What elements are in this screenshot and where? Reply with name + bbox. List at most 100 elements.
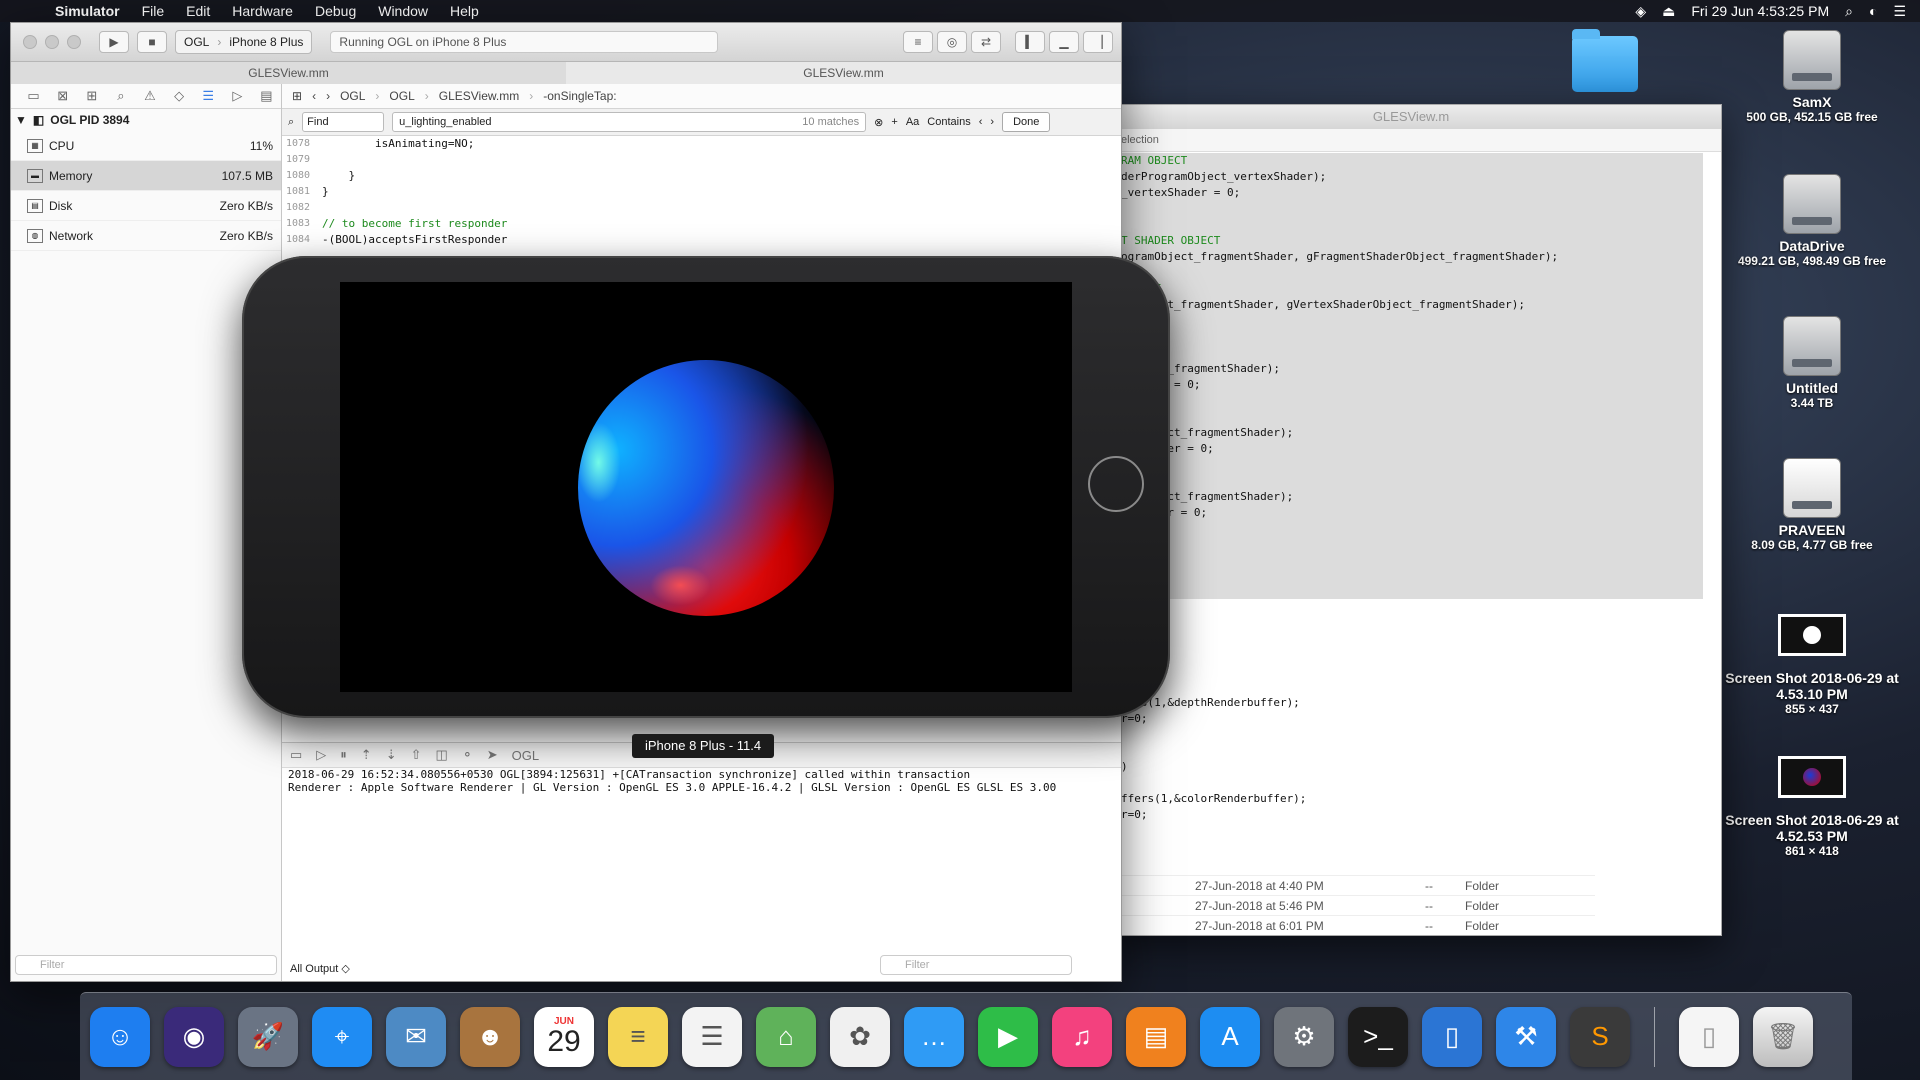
desktop-drive-samx[interactable]: SamX 500 GB, 452.15 GB free (1722, 30, 1902, 124)
back-arrow-icon[interactable]: ‹ (312, 89, 316, 103)
photos-icon[interactable]: ✿ (830, 1006, 890, 1067)
desktop-drive-praveen[interactable]: PRAVEEN 8.09 GB, 4.77 GB free (1722, 458, 1902, 552)
folder-icon[interactable]: ▭ (19, 88, 48, 104)
home-button[interactable] (1088, 456, 1144, 512)
clear-search-icon[interactable]: ⊗ (874, 116, 883, 129)
pause-icon[interactable]: ⏸ (340, 747, 347, 763)
breakpoint-icon[interactable]: ▷ (223, 88, 252, 104)
desktop-screenshot-1[interactable]: Screen Shot 2018-06-29 at 4.53.10 PM 855… (1722, 614, 1902, 716)
code-lines[interactable]: 1078 isAnimating=NO; 1079 1080 } 1081} 1082 1… (282, 136, 1121, 248)
facetime-icon[interactable]: ▶ (978, 1006, 1038, 1067)
match-case-toggle[interactable]: Aa (906, 116, 919, 128)
hide-debug-area-icon[interactable]: ▭ (290, 747, 302, 763)
desktop-drive-datadrive[interactable]: DataDrive 499.21 GB, 498.49 GB free (1722, 174, 1902, 268)
find-input[interactable]: u_lighting_enabled 10 matches (392, 112, 867, 132)
assistant-editor-button[interactable]: ◎ (937, 31, 967, 53)
menu-file[interactable]: File (131, 3, 176, 19)
messages-icon[interactable]: … (904, 1006, 964, 1067)
memory-gauge[interactable]: ▬ Memory 107.5 MB (11, 161, 281, 191)
match-type-select[interactable]: Contains (927, 116, 970, 128)
calendar-icon[interactable]: JUN 29 (534, 1006, 594, 1067)
standard-editor-button[interactable]: ≡ (903, 31, 933, 53)
menubar-clock[interactable]: Fri 29 Jun 4:53:25 PM (1691, 3, 1829, 19)
toggle-debug-area-button[interactable]: ▁ (1049, 31, 1079, 53)
launchpad-icon[interactable]: 🚀 (238, 1006, 298, 1067)
contacts-icon[interactable]: ☻ (460, 1006, 520, 1067)
siri-icon[interactable]: ◉ (164, 1006, 224, 1067)
file-row[interactable]: 27-Jun-2018 at 5:46 PM -- Folder (1101, 895, 1595, 915)
view-debugger-icon[interactable]: ◫ (436, 747, 448, 763)
close-window-button[interactable] (23, 35, 37, 49)
tab-glesview-2[interactable]: GLESView.mm (566, 62, 1121, 84)
jump-project[interactable]: OGL (340, 89, 365, 103)
stop-button[interactable]: ■ (137, 31, 167, 53)
test-icon[interactable]: ◇ (165, 88, 194, 104)
minimize-window-button[interactable] (45, 35, 59, 49)
step-out-icon[interactable]: ⇧ (411, 747, 422, 763)
related-items-icon[interactable]: ⊞ (292, 89, 302, 103)
document-stack-icon[interactable]: ▯ (1679, 1006, 1739, 1067)
menu-debug[interactable]: Debug (304, 3, 367, 19)
console-output[interactable]: 2018-06-29 16:52:34.080556+0530 OGL[3894… (288, 768, 1121, 794)
menu-hardware[interactable]: Hardware (221, 3, 304, 19)
eject-icon[interactable]: ⏏ (1662, 3, 1675, 20)
desktop-screenshot-2[interactable]: Screen Shot 2018-06-29 at 4.52.53 PM 861… (1722, 756, 1902, 858)
user-avatar-icon[interactable]: ◐ (1869, 3, 1877, 19)
ibooks-icon[interactable]: ▤ (1126, 1006, 1186, 1067)
reminders-icon[interactable]: ☰ (682, 1006, 742, 1067)
output-filter-select[interactable]: All Output ◇ (290, 962, 350, 975)
scheme-selector[interactable]: OGL › iPhone 8 Plus (175, 30, 313, 54)
find-mode-select[interactable]: Find (302, 112, 385, 132)
step-in-icon[interactable]: ⇣ (386, 747, 397, 763)
terminal-icon[interactable]: >_ (1348, 1006, 1408, 1067)
menu-window[interactable]: Window (367, 3, 439, 19)
breakpoints-toggle-icon[interactable]: ▷ (316, 747, 326, 763)
previous-match-icon[interactable]: ‹ (979, 116, 983, 128)
jump-group[interactable]: OGL (389, 89, 414, 103)
hierarchy-icon[interactable]: ⊞ (77, 88, 106, 104)
sublime-text-icon[interactable]: S (1570, 1006, 1630, 1067)
menu-edit[interactable]: Edit (175, 3, 221, 19)
simulator-screen[interactable] (340, 282, 1072, 692)
finder-icon[interactable]: ☺ (90, 1006, 150, 1067)
toggle-navigator-button[interactable]: ▍ (1015, 31, 1045, 53)
disclosure-triangle-icon[interactable]: ▼ (15, 113, 27, 127)
version-editor-button[interactable]: ⇄ (971, 31, 1001, 53)
file-row[interactable]: 27-Jun-2018 at 6:01 PM -- Folder (1101, 915, 1595, 935)
zoom-window-button[interactable] (67, 35, 81, 49)
app-store-icon[interactable]: A (1200, 1006, 1260, 1067)
forward-arrow-icon[interactable]: › (326, 89, 330, 103)
menu-app-name[interactable]: Simulator (44, 3, 131, 19)
add-pattern-icon[interactable]: + (891, 116, 897, 128)
run-button[interactable]: ▶ (99, 31, 129, 53)
warning-icon[interactable]: ⚠ (135, 88, 164, 104)
done-button[interactable]: Done (1002, 112, 1051, 132)
background-code-lower[interactable]: fers(1,&depthRenderbuffer); r=0;) ffers(1,… (1101, 599, 1703, 823)
simulator-icon[interactable]: ▯ (1422, 1006, 1482, 1067)
menu-help[interactable]: Help (439, 3, 490, 19)
console-filter-input[interactable]: Filter (880, 955, 1072, 975)
report-icon[interactable]: ▤ (252, 88, 281, 104)
system-preferences-icon[interactable]: ⚙ (1274, 1006, 1334, 1067)
spotlight-search-icon[interactable]: ⌕ (1845, 3, 1853, 20)
background-editor-window[interactable]: GLESView.m election RAM OBJECT derProgram… (1100, 104, 1722, 936)
jump-method[interactable]: -onSingleTap: (543, 89, 616, 103)
itunes-icon[interactable]: ♫ (1052, 1006, 1112, 1067)
xcode-icon[interactable]: ⚒ (1496, 1006, 1556, 1067)
desktop-drive-untitled[interactable]: Untitled 3.44 TB (1722, 316, 1902, 410)
maps-icon[interactable]: ⌂ (756, 1006, 816, 1067)
memory-graph-icon[interactable]: ⚬ (462, 747, 473, 763)
next-match-icon[interactable]: › (990, 116, 994, 128)
mail-icon[interactable]: ✉ (386, 1006, 446, 1067)
notification-center-icon[interactable]: ☰ (1893, 3, 1906, 20)
process-row[interactable]: ▼ ◧ OGL PID 3894 (11, 109, 281, 131)
notes-icon[interactable]: ≡ (608, 1006, 668, 1067)
disk-gauge[interactable]: ▤ Disk Zero KB/s (11, 191, 281, 221)
location-icon[interactable]: ➤ (487, 747, 498, 763)
desktop-folder-icon[interactable] (1572, 29, 1638, 92)
cpu-gauge[interactable]: ▦ CPU 11% (11, 131, 281, 161)
debug-icon[interactable]: ☰ (194, 88, 223, 104)
navigator-filter-input[interactable]: Filter (15, 955, 277, 975)
file-row[interactable]: 27-Jun-2018 at 4:40 PM -- Folder (1101, 875, 1595, 895)
tab-glesview-1[interactable]: GLESView.mm (11, 62, 566, 84)
